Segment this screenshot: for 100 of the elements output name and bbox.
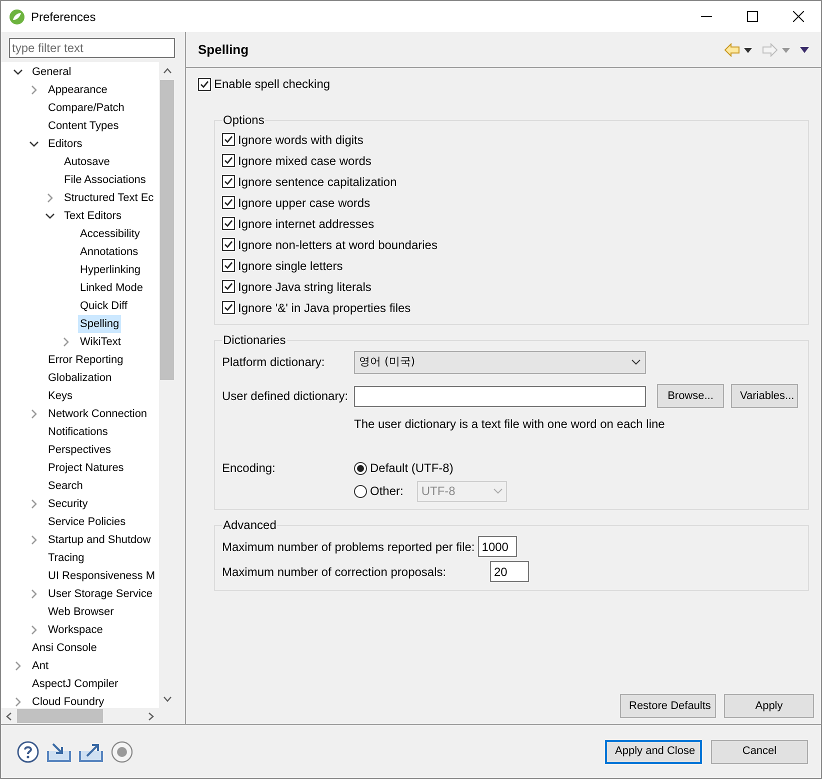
chevron-down-icon[interactable]	[13, 67, 23, 77]
radio-button[interactable]	[354, 484, 367, 498]
tree-item[interactable]: File Associations	[62, 171, 148, 189]
chevron-right-icon[interactable]	[29, 625, 39, 635]
tree-item[interactable]: Autosave	[62, 153, 112, 171]
tree-item[interactable]: Perspectives	[46, 441, 113, 459]
page-title: Spelling	[198, 41, 249, 60]
tree-item[interactable]: Workspace	[46, 621, 105, 639]
radio-button[interactable]	[354, 462, 367, 474]
tree-item[interactable]: Accessibility	[78, 225, 142, 243]
dictionary-path-field[interactable]	[354, 386, 646, 406]
tree-item[interactable]: Quick Diff	[78, 297, 130, 315]
button[interactable]: Cancel	[711, 740, 808, 764]
chevron-right-icon[interactable]	[29, 85, 39, 95]
chevron-right-icon[interactable]	[29, 409, 39, 419]
tree-item[interactable]: Ansi Console	[30, 639, 99, 657]
chevron-right-icon[interactable]	[45, 193, 55, 203]
checkbox-label: Ignore non-letters at word boundaries	[238, 236, 438, 254]
checkbox[interactable]	[222, 259, 235, 272]
chevron-down-icon[interactable]	[29, 139, 39, 149]
checkbox[interactable]	[222, 280, 235, 293]
chevron-down-icon[interactable]	[45, 211, 55, 221]
dropdown[interactable]: 영어 (미국)	[354, 350, 646, 374]
tree-item[interactable]: Error Reporting	[46, 351, 126, 369]
chevron-down-icon	[631, 359, 641, 365]
tree-item[interactable]: Notifications	[46, 423, 110, 441]
checkbox[interactable]	[222, 196, 235, 209]
tree-item[interactable]: Annotations	[78, 243, 140, 261]
export-icon[interactable]	[79, 742, 103, 762]
tree-item[interactable]: General	[30, 63, 74, 81]
checkbox-label: Ignore Java string literals	[238, 278, 372, 296]
checkbox-label: Ignore upper case words	[238, 194, 370, 212]
number-field[interactable]: 20	[490, 561, 529, 582]
leaf-logo-icon	[9, 8, 25, 24]
chevron-right-icon[interactable]	[29, 589, 39, 599]
number-field[interactable]: 1000	[478, 536, 517, 557]
radio-label: Other:	[370, 483, 404, 500]
field-label: Encoding:	[222, 460, 276, 477]
checkbox[interactable]	[222, 175, 235, 188]
chevron-right-icon[interactable]	[29, 535, 39, 545]
tree-item[interactable]: AspectJ Compiler	[30, 675, 120, 693]
tree-item[interactable]: Compare/Patch	[46, 99, 126, 117]
tree-item[interactable]: Linked Mode	[78, 279, 145, 297]
checkbox[interactable]	[222, 238, 235, 251]
checkbox-label: Ignore sentence capitalization	[238, 174, 397, 190]
window-title: Preferences	[31, 8, 96, 26]
tree-item[interactable]: Cloud Foundry	[30, 693, 106, 708]
import-icon[interactable]	[47, 742, 71, 762]
checkbox-label: Ignore single letters	[238, 258, 343, 274]
button[interactable]: Browse...	[657, 384, 724, 408]
tree-item[interactable]: Ant	[30, 657, 51, 675]
tree-item[interactable]: Hyperlinking	[78, 261, 143, 279]
tree-item[interactable]: Tracing	[46, 549, 86, 567]
tree-item[interactable]: UI Responsiveness M	[46, 567, 157, 585]
checkbox[interactable]	[222, 133, 235, 146]
checkbox-label: Ignore '&' in Java properties files	[238, 300, 411, 316]
tree-item[interactable]: Service Policies	[46, 513, 128, 531]
checkbox[interactable]	[222, 217, 235, 230]
group-title: Advanced	[222, 517, 278, 534]
tree-item[interactable]: Text Editors	[62, 207, 124, 225]
tree-item[interactable]: Security	[46, 495, 90, 513]
tree-item[interactable]: Network Connection	[46, 405, 150, 423]
checkbox-label: Enable spell checking	[214, 76, 330, 93]
chevron-right-icon[interactable]	[29, 499, 39, 509]
field-label: User defined dictionary:	[222, 388, 350, 405]
chevron-right-icon[interactable]	[61, 337, 71, 347]
tree-item[interactable]: User Storage Service	[46, 585, 155, 603]
tree-item[interactable]: Content Types	[46, 117, 121, 135]
chevron-right-icon[interactable]	[13, 697, 23, 707]
button[interactable]: Restore Defaults	[620, 694, 716, 718]
tree-item[interactable]: Search	[46, 477, 85, 495]
menu-caret-icon[interactable]	[800, 47, 809, 53]
checkbox-label: Ignore internet addresses	[238, 216, 374, 232]
tree-item[interactable]: Globalization	[46, 369, 114, 387]
caret-icon[interactable]	[744, 48, 752, 52]
field-label: Maximum number of problems reported per file:	[222, 538, 475, 556]
tree-item[interactable]: Keys	[46, 387, 74, 405]
field-label: Maximum number of correction proposals:	[222, 564, 448, 580]
tree-item[interactable]: Spelling	[78, 315, 122, 333]
button[interactable]: Apply and Close	[605, 740, 702, 764]
tree-item[interactable]: Appearance	[46, 81, 110, 99]
checkbox[interactable]	[222, 154, 235, 167]
button[interactable]: Variables...	[731, 384, 798, 408]
field-label: Platform dictionary:	[222, 354, 326, 371]
radio-label: Default (UTF-8)	[370, 460, 454, 477]
tree-item[interactable]: Structured Text Ec	[62, 189, 156, 207]
chevron-right-icon[interactable]	[13, 661, 23, 671]
record-icon[interactable]	[111, 740, 133, 762]
button[interactable]: Apply	[724, 694, 814, 718]
tree-item[interactable]: Project Natures	[46, 459, 126, 477]
checkbox[interactable]	[198, 78, 211, 90]
help-icon[interactable]	[17, 740, 39, 762]
checkbox[interactable]	[222, 301, 235, 314]
tree-item[interactable]: Web Browser	[46, 603, 116, 621]
tree-item[interactable]: Editors	[46, 135, 84, 153]
tree-item[interactable]: WikiText	[78, 333, 123, 351]
group-title: Options	[222, 112, 266, 129]
tree-item[interactable]: Startup and Shutdow	[46, 531, 153, 549]
checkbox-label: Ignore mixed case words	[238, 152, 372, 170]
filter-field[interactable]: type filter text	[9, 38, 175, 58]
